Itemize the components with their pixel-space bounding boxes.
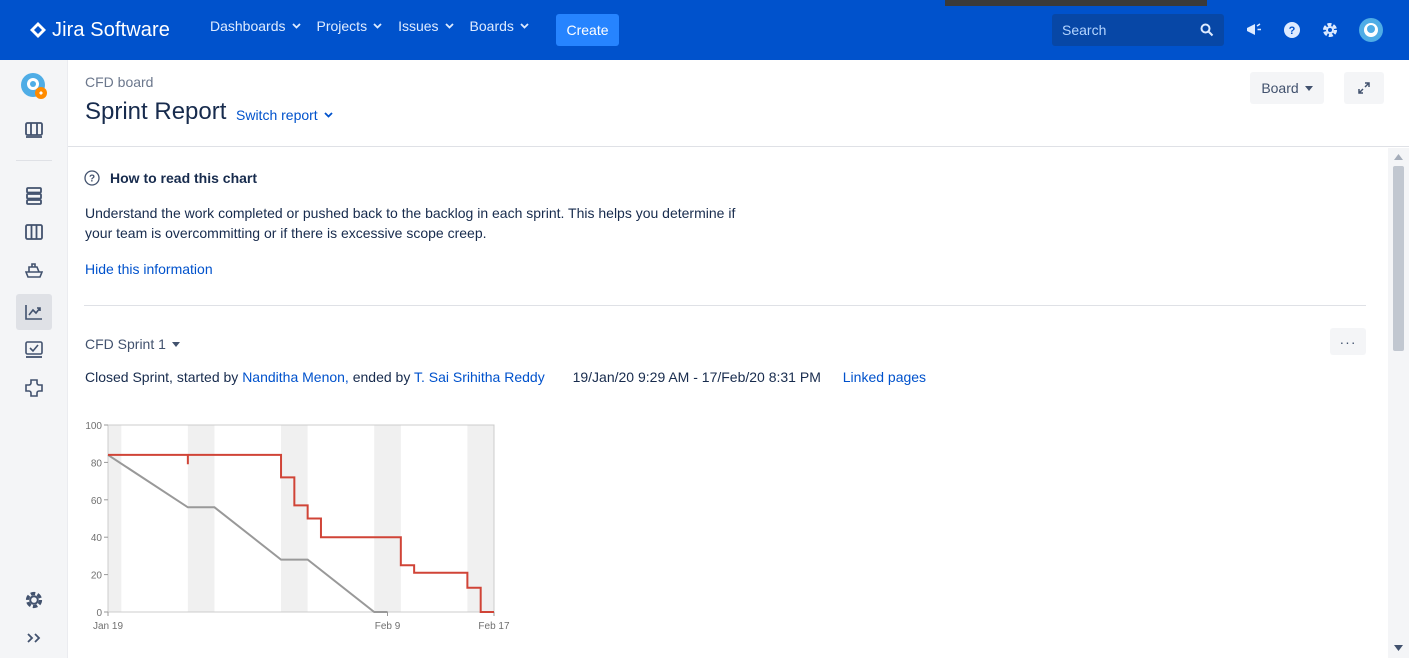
board-button[interactable]: Board [1250,72,1324,104]
info-description: Understand the work completed or pushed … [85,203,785,243]
content-divider [84,305,1366,306]
page-header: CFD board Sprint Report Switch report Bo… [68,60,1409,147]
settings-icon[interactable] [1318,18,1342,42]
expand-button[interactable] [1344,72,1384,104]
sprint-selector[interactable]: CFD Sprint 1 [85,336,180,352]
svg-text:?: ? [89,174,95,185]
main-nav: Dashboards Projects Issues Boards [210,18,545,34]
sprint-name: CFD Sprint 1 [85,336,166,352]
help-icon[interactable]: ? [1280,18,1304,42]
jira-logo[interactable]: Jira Software [30,16,170,44]
board-button-label: Board [1261,80,1299,96]
nav-projects-label: Projects [316,18,368,34]
notifications-icon[interactable] [1242,18,1266,42]
more-actions-button[interactable]: ··· [1330,328,1366,355]
nav-projects[interactable]: Projects [317,18,383,34]
backlog-icon[interactable] [16,178,52,214]
guideline [107,454,388,613]
nav-dashboards[interactable]: Dashboards [210,18,301,34]
svg-text:?: ? [1289,25,1296,37]
y-tick-label: 80 [91,458,103,469]
active-sprint-icon[interactable] [16,214,52,250]
started-by-link[interactable]: Nanditha Menon, [242,369,349,385]
scrollbar-thumb[interactable] [1393,166,1404,351]
breadcrumb[interactable]: CFD board [85,74,153,90]
issues-icon[interactable] [16,332,52,368]
jira-diamond-icon [30,22,46,38]
ended-prefix: ended by [352,369,411,385]
reports-icon[interactable] [16,294,52,330]
search-box[interactable] [1052,14,1224,46]
y-tick-label: 40 [91,533,103,544]
weekend-band [374,425,401,612]
search-icon[interactable] [1200,23,1214,37]
sprint-dates: 19/Jan/20 9:29 AM - 17/Feb/20 8:31 PM [572,369,821,385]
sidebar-divider [16,160,52,161]
info-heading-text: How to read this chart [110,170,258,186]
nav-dashboards-label: Dashboards [210,18,286,34]
weekend-band [187,425,215,612]
project-sidebar [0,60,68,658]
chevron-down-icon [520,23,529,29]
chevron-down-icon [324,112,333,118]
burndown-chart-svg: 0 20 40 60 80 100 Jan 19 Feb 9 Feb 17 [85,421,510,632]
vertical-scrollbar[interactable] [1388,148,1409,658]
project-settings-icon[interactable] [16,582,52,618]
expand-icon [1358,82,1370,94]
nav-boards[interactable]: Boards [470,18,529,34]
top-navigation-bar: Jira Software Dashboards Projects Issues… [0,0,1409,60]
question-circle-icon: ? [84,170,100,186]
chevron-down-icon [444,23,454,29]
ended-by-link[interactable]: T. Sai Srihitha Reddy [414,369,545,385]
chevron-down-icon [291,23,301,29]
y-tick-label: 20 [91,571,103,582]
project-avatar[interactable] [16,68,52,104]
info-heading: ? How to read this chart [84,170,257,186]
nav-issues-label: Issues [398,18,439,34]
collapse-icon[interactable] [16,620,52,656]
window-strip [945,0,1207,6]
switch-report-label: Switch report [236,107,318,123]
board-icon[interactable] [16,112,52,148]
scroll-down-icon[interactable] [1394,645,1403,651]
sprint-status: Closed Sprint, started by [85,369,239,385]
weekend-band [108,425,122,612]
search-input[interactable] [1062,22,1192,38]
caret-down-icon [1304,85,1313,91]
components-icon[interactable] [16,370,52,406]
scroll-up-icon[interactable] [1394,154,1403,160]
x-tick-label: Feb 9 [375,621,401,632]
switch-report-dropdown[interactable]: Switch report [236,107,333,123]
x-tick-label: Feb 17 [478,621,510,632]
chevron-down-icon [373,23,382,29]
y-tick-label: 0 [96,608,102,619]
info-text-line: Understand the work completed or pushed … [85,205,736,221]
info-text-line: your team is overcommitting or if there … [85,225,487,241]
burndown-chart: 0 20 40 60 80 100 Jan 19 Feb 9 Feb 17 [78,413,538,643]
nav-issues[interactable]: Issues [398,18,454,34]
caret-down-icon [171,341,180,347]
report-content: ? How to read this chart Understand the … [68,148,1388,658]
weekend-band [467,425,494,612]
linked-pages-link[interactable]: Linked pages [843,369,926,385]
y-tick-label: 60 [91,496,103,507]
sprint-details: Closed Sprint, started by Nanditha Menon… [85,369,926,385]
x-tick-label: Jan 19 [93,621,123,632]
nav-boards-label: Boards [469,18,514,34]
user-avatar[interactable] [1357,16,1385,44]
page-title: Sprint Report [85,98,227,125]
hide-information-link[interactable]: Hide this information [85,261,213,277]
app-name: Jira Software [52,18,171,41]
y-tick-label: 100 [85,421,102,432]
weekend-band [281,425,308,612]
create-button[interactable]: Create [556,14,619,46]
releases-icon[interactable] [16,252,52,288]
